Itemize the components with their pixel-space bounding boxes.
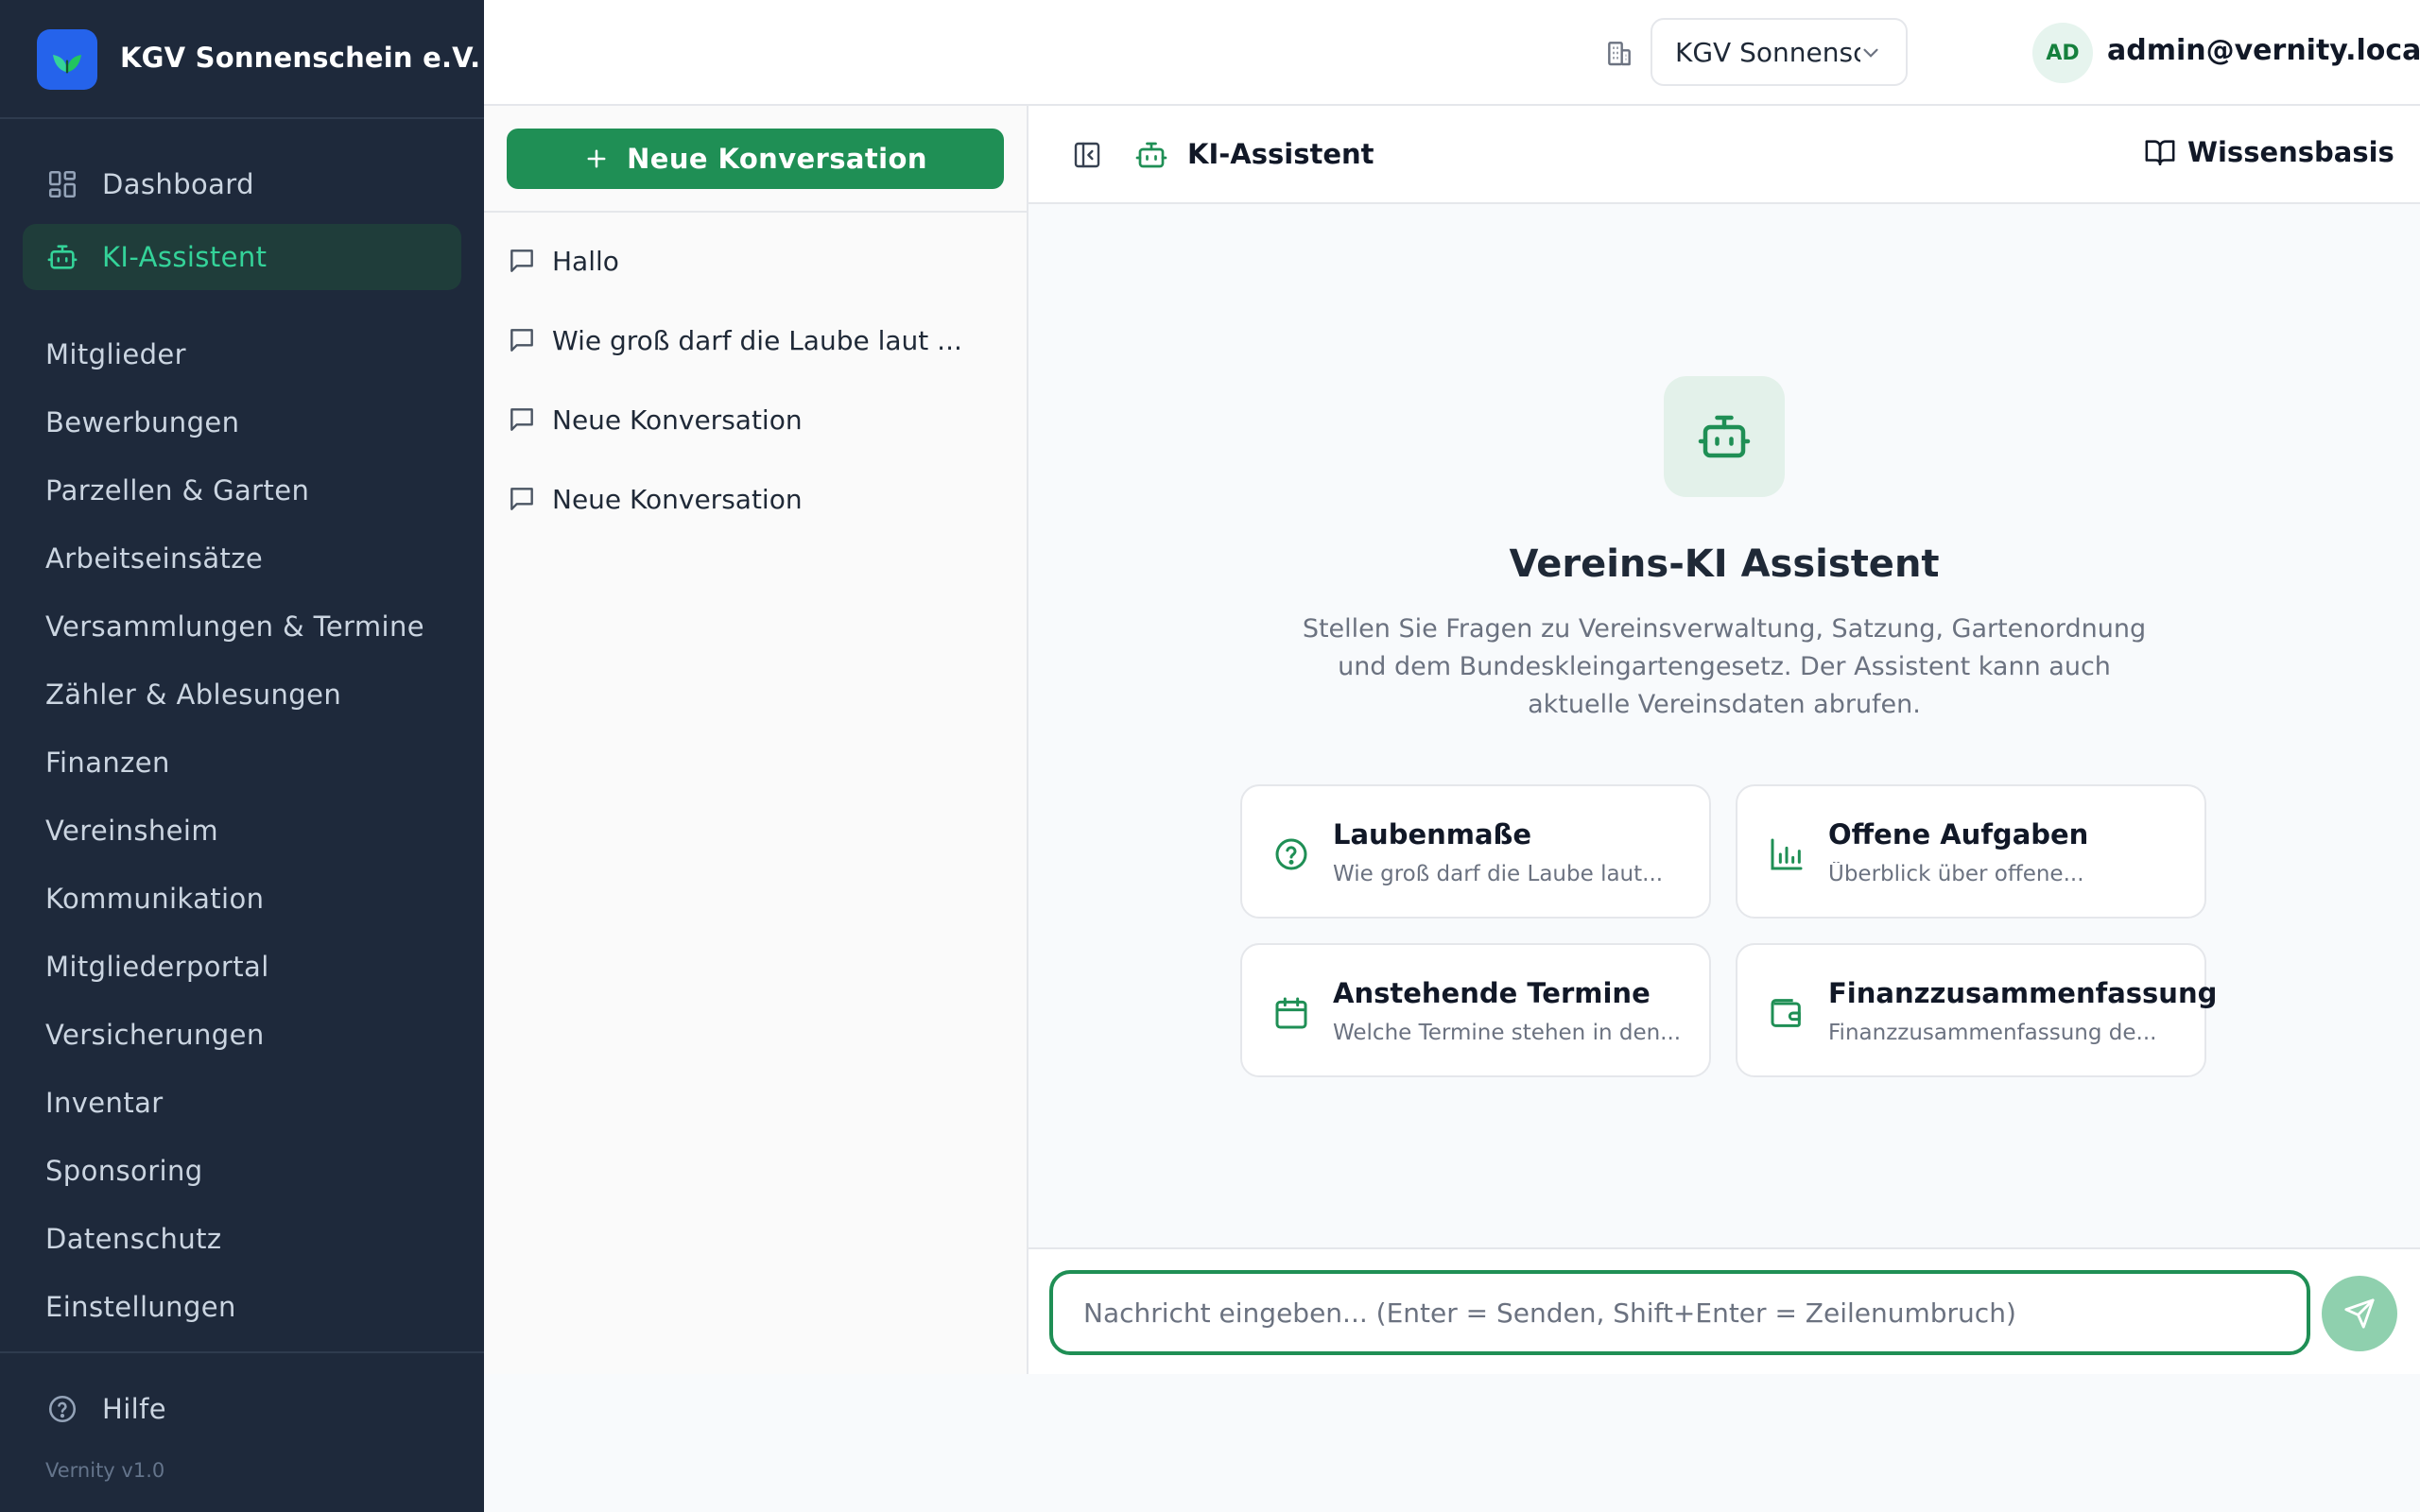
- message-square-icon: [507, 325, 537, 355]
- brand-name: KGV Sonnenschein e.V.: [120, 42, 481, 74]
- conversation-item[interactable]: Wie groß darf die Laube laut ...: [507, 318, 979, 363]
- user-email[interactable]: admin@vernity.local: [2107, 34, 2420, 67]
- sidebar-item-inventar[interactable]: Inventar: [45, 1084, 164, 1122]
- sidebar-item-sponsoring[interactable]: Sponsoring: [45, 1152, 203, 1190]
- chat-header: KI-Assistent Wissensbasis: [1028, 106, 2420, 204]
- calendar-icon: [1272, 994, 1310, 1032]
- bar-chart-icon: [1768, 835, 1806, 873]
- message-input[interactable]: [1049, 1270, 2310, 1355]
- knowledge-base-label: Wissensbasis: [2187, 136, 2394, 168]
- suggestion-subtitle: Finanzzusammenfassung de...: [1828, 1021, 2157, 1045]
- bot-icon: [1134, 138, 1168, 172]
- conversation-title: Hallo: [552, 245, 619, 277]
- message-square-icon: [507, 404, 537, 435]
- leaf-logo-icon: [37, 29, 97, 90]
- sidebar-item-vereinsheim[interactable]: Vereinsheim: [45, 812, 218, 850]
- conversation-title: Wie groß darf die Laube laut ...: [552, 324, 962, 356]
- send-button[interactable]: [2322, 1276, 2397, 1351]
- new-conversation-button[interactable]: Neue Konversation: [507, 129, 1004, 189]
- sidebar-item-mitgliederportal[interactable]: Mitgliederportal: [45, 948, 269, 986]
- sidebar-item-einstellungen[interactable]: Einstellungen: [45, 1288, 236, 1326]
- sidebar-item-label: KI-Assistent: [102, 241, 268, 273]
- suggestion-subtitle: Wie groß darf die Laube laut...: [1333, 862, 1664, 886]
- conversation-item[interactable]: Neue Konversation: [507, 476, 979, 522]
- avatar[interactable]: AD: [2032, 23, 2093, 83]
- sidebar-item-parzellen[interactable]: Parzellen & Garten: [45, 472, 309, 509]
- organization-select[interactable]: KGV Sonnenschein e.V.: [1651, 18, 1908, 86]
- wallet-icon: [1768, 994, 1806, 1032]
- sidebar-item-mitglieder[interactable]: Mitglieder: [45, 335, 186, 373]
- message-square-icon: [507, 246, 537, 276]
- top-header: KGV Sonnenschein e.V. AD admin@vernity.l…: [484, 0, 2420, 106]
- suggestion-title: Finanzzusammenfassung: [1828, 977, 2218, 1009]
- panel-collapse-icon[interactable]: [1072, 140, 1102, 170]
- suggestion-subtitle: Welche Termine stehen in den...: [1333, 1021, 1682, 1045]
- app-version: Vernity v1.0: [45, 1459, 165, 1482]
- brand-header: KGV Sonnenschein e.V.: [0, 0, 484, 119]
- chevron-down-icon: [1858, 41, 1883, 65]
- conversation-item[interactable]: Neue Konversation: [507, 397, 979, 442]
- sidebar-item-versammlungen[interactable]: Versammlungen & Termine: [45, 608, 424, 645]
- sidebar-item-label: Dashboard: [102, 168, 254, 200]
- suggestion-subtitle: Überblick über offene...: [1828, 862, 2084, 886]
- suggestion-card-laubenmasse[interactable]: Laubenmaße Wie groß darf die Laube laut.…: [1240, 784, 1711, 919]
- suggestion-title: Laubenmaße: [1333, 818, 1532, 850]
- suggestion-card-anstehende-termine[interactable]: Anstehende Termine Welche Termine stehen…: [1240, 943, 1711, 1077]
- help-circle-icon: [45, 1392, 79, 1426]
- bot-icon: [45, 240, 79, 274]
- sidebar-item-dashboard[interactable]: Dashboard: [23, 151, 461, 217]
- conversation-title: Neue Konversation: [552, 483, 803, 515]
- help-circle-icon: [1272, 835, 1310, 873]
- suggestion-card-finanzzusammenfassung[interactable]: Finanzzusammenfassung Finanzzusammenfass…: [1736, 943, 2217, 1077]
- sidebar: KGV Sonnenschein e.V. Dashboard KI-Assis…: [0, 0, 484, 1512]
- page-background-footer: [484, 1374, 2420, 1512]
- sidebar-item-zaehler[interactable]: Zähler & Ablesungen: [45, 676, 341, 713]
- conversation-item[interactable]: Hallo: [507, 238, 979, 284]
- sidebar-divider: [0, 1351, 484, 1353]
- composer-bar: [1028, 1247, 2420, 1374]
- assistant-hero-title: Vereins-KI Assistent: [1509, 542, 1940, 586]
- sidebar-item-kommunikation[interactable]: Kommunikation: [45, 880, 264, 918]
- sidebar-item-arbeitseinsaetze[interactable]: Arbeitseinsätze: [45, 540, 263, 577]
- conversation-list-pane: Neue Konversation Hallo Wie groß darf di…: [484, 106, 1028, 1374]
- building-icon: [1604, 38, 1634, 68]
- conversation-title: Neue Konversation: [552, 404, 803, 436]
- sidebar-item-ki-assistent[interactable]: KI-Assistent: [23, 224, 461, 290]
- chat-area: KI-Assistent Wissensbasis Vereins-KI Ass…: [1028, 106, 2420, 1374]
- sidebar-item-bewerbungen[interactable]: Bewerbungen: [45, 404, 239, 441]
- organization-select-value: KGV Sonnenschein e.V.: [1675, 36, 1860, 68]
- plus-icon: [583, 146, 610, 172]
- dashboard-grid-icon: [45, 167, 79, 201]
- book-open-icon: [2144, 136, 2176, 168]
- suggestion-title: Anstehende Termine: [1333, 977, 1651, 1009]
- message-square-icon: [507, 484, 537, 514]
- conversation-list-divider: [484, 211, 1027, 213]
- suggestion-card-offene-aufgaben[interactable]: Offene Aufgaben Überblick über offene...: [1736, 784, 2206, 919]
- new-conversation-label: Neue Konversation: [627, 143, 927, 175]
- sidebar-item-label: Hilfe: [102, 1393, 166, 1425]
- send-icon: [2343, 1297, 2376, 1330]
- sidebar-item-versicherungen[interactable]: Versicherungen: [45, 1016, 265, 1054]
- chat-title: KI-Assistent: [1187, 138, 1374, 170]
- bot-icon: [1696, 408, 1753, 465]
- sidebar-item-hilfe[interactable]: Hilfe: [23, 1376, 461, 1442]
- assistant-hero-badge: [1664, 376, 1785, 497]
- sidebar-item-finanzen[interactable]: Finanzen: [45, 744, 170, 782]
- knowledge-base-link[interactable]: Wissensbasis: [2144, 136, 2394, 168]
- assistant-hero-description: Stellen Sie Fragen zu Vereinsverwaltung,…: [1302, 614, 2147, 719]
- sidebar-item-datenschutz[interactable]: Datenschutz: [45, 1220, 222, 1258]
- suggestion-title: Offene Aufgaben: [1828, 818, 2089, 850]
